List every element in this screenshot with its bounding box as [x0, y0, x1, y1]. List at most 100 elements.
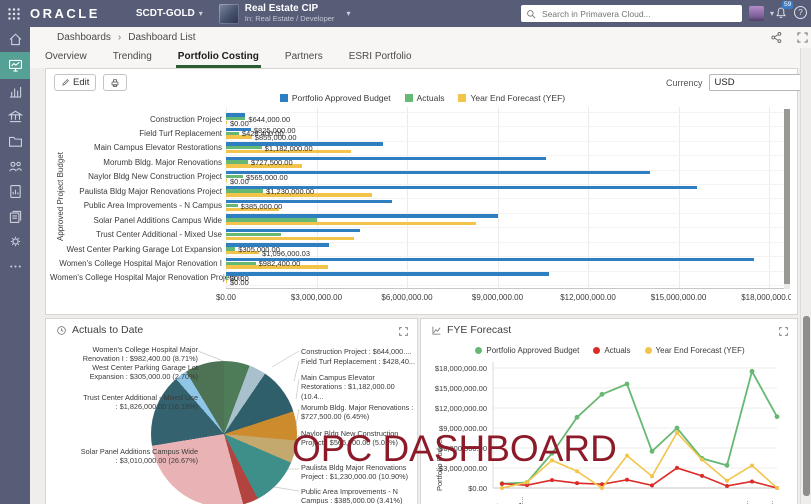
sidebar-item-resources[interactable]: [0, 154, 30, 179]
row-separator: [226, 126, 784, 128]
legend-swatch: [279, 94, 288, 102]
fye-x-tick-label: Trust Center ...: [693, 493, 701, 504]
x-axis-tick-label: $12,000,000.00: [560, 293, 616, 302]
sidebar-item-home[interactable]: [0, 27, 30, 52]
projects-icon: [8, 136, 22, 147]
breadcrumb-item-0[interactable]: Dashboards: [57, 32, 111, 43]
sidebar-item-reports[interactable]: [0, 179, 30, 204]
settings-icon: [10, 236, 20, 247]
tab-esri-portfolio[interactable]: ESRI Portfolio: [347, 48, 414, 68]
breadcrumb-bar: Dashboards › Dashboard List: [30, 27, 811, 48]
pie-label: Main Campus Elevator Restorations : $1,18…: [301, 373, 395, 401]
fye-forecast-panel: FYE Forecast Portfolio Approved Budget Ac…: [420, 318, 798, 504]
fye-x-tick-label: Mai... Campu...: [543, 493, 551, 504]
legend-label: Year End Forecast (YEF): [470, 93, 566, 103]
sidebar-item-more[interactable]: [0, 254, 30, 279]
fye-x-tick-label: Public Area Im...: [643, 493, 651, 504]
breadcrumb-item-1[interactable]: Dashboard List: [128, 32, 195, 43]
context-caret-icon[interactable]: ▾: [346, 9, 350, 18]
sidebar-item-portfolio[interactable]: [0, 104, 30, 129]
fye-y-tick-label: $12,000,000.00: [434, 404, 487, 413]
oracle-logo: ORACLE: [30, 6, 100, 21]
currency-select[interactable]: USD ▾: [708, 74, 811, 91]
bar-budget[interactable]: [226, 257, 754, 262]
bar-value-label: $855,000.00: [254, 133, 297, 143]
home-icon: [9, 33, 21, 46]
bar-category-label: Solar Panel Additions Campus Wide: [93, 215, 222, 225]
pencil-icon: [62, 79, 69, 86]
tab-trending[interactable]: Trending: [111, 48, 154, 68]
workspace-selector[interactable]: SCDT-GOLD: [136, 8, 195, 19]
fye-y-tick-label: $15,000,000.00: [434, 384, 487, 393]
pie-label: Trust Center Additional - Mixed Use: $1,…: [83, 393, 198, 412]
pie-label: West Center Parking Garage Lot Expansion …: [89, 363, 198, 382]
currency-value: USD: [714, 77, 735, 88]
documents-icon: [9, 210, 21, 224]
bar-category-label: Main Campus Elevator Restorations: [93, 143, 222, 153]
avatar[interactable]: [749, 6, 764, 21]
search-icon: [527, 9, 536, 18]
tab-portfolio-costing[interactable]: Portfolio Costing: [175, 48, 261, 68]
analytics-icon: [9, 86, 21, 98]
x-axis-tick-label: $3,000,000.00: [290, 293, 343, 302]
legend-swatch: [458, 94, 467, 102]
workspace-caret-icon: ▾: [198, 9, 203, 18]
clock-icon: [57, 325, 66, 335]
search-input[interactable]: [540, 7, 737, 20]
print-button[interactable]: [103, 74, 127, 91]
fye-y-tick-label: $18,000,000.00: [434, 364, 487, 373]
bar-yef[interactable]: [226, 222, 477, 226]
sidebar-item-settings[interactable]: [0, 229, 30, 254]
pie-label: Public Area Improvements - N Campus : $38…: [301, 487, 403, 504]
pie-label: Construction Project : $644,000....: [301, 347, 412, 356]
fye-x-tick-label: Morumb Bldg. M...: [568, 493, 576, 504]
expand-icon[interactable]: [398, 326, 409, 337]
bar-category-label: Women's College Hospital Major Renovatio…: [50, 273, 243, 283]
edit-button-label: Edit: [73, 77, 90, 88]
bar-category-label: Women's College Hospital Major Renovatio…: [59, 259, 222, 268]
pie-label: Field Turf Replacement : $428,40...: [301, 357, 415, 366]
share-icon[interactable]: [770, 31, 783, 44]
bar-yef[interactable]: [226, 279, 227, 284]
portfolio-costing-panel: Edit Currency USD ▾ Portfolio Approved B…: [45, 68, 811, 315]
sidebar-item-documents[interactable]: [0, 204, 30, 229]
help-icon[interactable]: ?: [794, 6, 807, 19]
app-grid-icon[interactable]: [7, 7, 21, 21]
bar-category-label: Naylor Bldg New Construction Project: [88, 172, 222, 182]
page-scrollbar[interactable]: [800, 48, 811, 504]
bar-yef[interactable]: [226, 178, 227, 183]
tab-overview[interactable]: Overview: [43, 48, 89, 68]
tab-partners[interactable]: Partners: [283, 48, 325, 68]
bar-value-label: $0.00: [230, 277, 249, 287]
fullscreen-icon[interactable]: [796, 31, 809, 44]
pie-label: Women's College Hospital Major Renovation…: [82, 345, 198, 364]
sidebar-item-analytics[interactable]: [0, 79, 30, 104]
context-subtitle: In: Real Estate / Developer: [244, 13, 335, 23]
pie-label: Morumb Bldg. Major Renovations : $727,500…: [301, 403, 414, 422]
pie-panel-title: Actuals to Date: [72, 324, 144, 336]
legend-label: Portfolio Approved Budget: [291, 93, 391, 103]
bar-yef[interactable]: [226, 236, 355, 240]
legend-swatch: [404, 94, 413, 102]
fye-x-tick-label: Women's College ...: [743, 493, 751, 504]
bar-value-label: $727,500.00: [250, 158, 293, 168]
global-search[interactable]: [521, 5, 742, 22]
sidebar-item-projects[interactable]: [0, 129, 30, 154]
top-app-bar: ORACLE SCDT-GOLD ▾ Real Estate CIP In: R…: [0, 0, 811, 27]
bar-value-label: $0.00: [230, 176, 249, 186]
edit-button[interactable]: Edit: [54, 74, 97, 91]
context-selector[interactable]: Real Estate CIP In: Real Estate / Develo…: [245, 3, 335, 23]
breadcrumb-separator: ›: [117, 32, 122, 43]
bar-category-label: West Center Parking Garage Lot Expansion: [66, 244, 223, 254]
bar-budget[interactable]: [226, 272, 549, 276]
reports-icon: [9, 184, 21, 199]
sidebar-item-dashboards[interactable]: [0, 52, 30, 79]
actuals-pie-chart[interactable]: [151, 361, 297, 504]
x-axis-tick-label: $0.00: [215, 293, 237, 302]
currency-label: Currency: [666, 77, 703, 88]
bar-budget[interactable]: [226, 171, 650, 175]
chart-scrollbar[interactable]: [784, 109, 790, 289]
bar-category-label: Trust Center Additional - Mixed Use: [96, 230, 222, 240]
bar-yef[interactable]: [226, 120, 227, 125]
legend-item: Year End Forecast (YEF): [458, 93, 565, 103]
